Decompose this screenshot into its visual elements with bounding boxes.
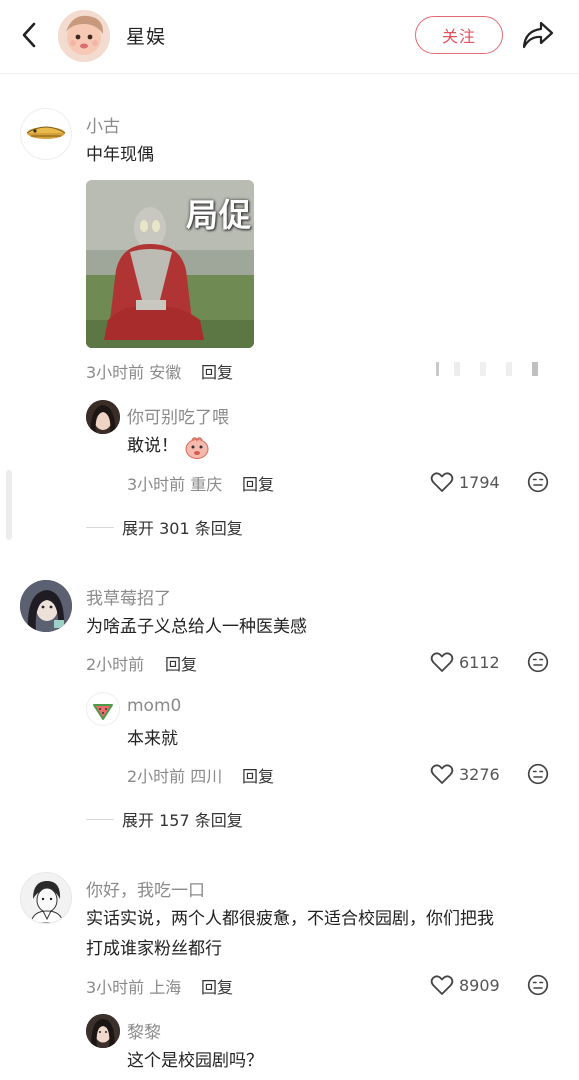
chevron-left-icon [22,22,36,48]
sticker-emoji-icon [185,437,209,459]
heart-icon [430,472,454,492]
comment-text-line-1: 实话实说，两个人都很疲惫，不适合校园剧，你们把我 [86,909,494,929]
divider [86,526,114,528]
top-bar: 星娱 关注 [0,0,579,74]
reply-username[interactable]: mom0 [127,696,181,716]
heart-icon [430,764,454,784]
watermelon-icon [93,704,113,720]
comment-username[interactable]: 小古 [86,112,120,137]
divider [86,818,114,820]
comment-username[interactable]: 我草莓招了 [86,584,171,609]
reply-username[interactable]: 你可别吃了喂 [127,403,229,428]
heart-icon [430,652,454,672]
like-button[interactable]: 1794 [430,470,500,494]
comment-text-line-2: 打成谁家粉丝都行 [86,939,222,959]
dislike-icon[interactable] [527,974,549,996]
avatar[interactable] [20,580,72,632]
share-button[interactable] [520,18,556,52]
account-name[interactable]: 星娱 [126,22,166,49]
reply-meta: 3小时前 重庆 [127,475,223,494]
reply-text: 敢说！ [127,431,178,462]
scrollbar[interactable] [6,470,12,540]
reply-button[interactable]: 回复 [165,651,197,675]
reply-text-body: 敢说！ [127,436,178,456]
meme-image[interactable]: 局促 [86,180,254,348]
reply-button[interactable]: 回复 [201,359,233,383]
like-count: 1794 [459,472,500,492]
expand-replies-label: 展开 301 条回复 [122,519,243,538]
dislike-icon[interactable] [527,471,549,493]
share-icon [522,21,554,49]
comment-username[interactable]: 你好，我吃一口 [86,876,205,901]
comment-meta: 2小时前 [86,655,145,674]
like-count: 8909 [459,975,500,995]
account-avatar[interactable] [58,10,110,62]
loading-dots-icon [436,362,538,376]
comment-text: 中年现偶 [86,145,154,165]
reply-text: 这个是校园剧吗？ [127,1051,263,1071]
heart-icon [430,975,454,995]
expand-replies-button[interactable]: 展开 301 条回复 [86,515,243,539]
meme-caption: 局促 [185,196,252,234]
avatar[interactable] [86,692,120,726]
reply-button[interactable]: 回复 [242,471,274,495]
reply-text: 本来就 [127,729,178,749]
dislike-icon[interactable] [527,651,549,673]
like-button[interactable]: 6112 [430,650,500,674]
avatar[interactable] [86,1014,120,1048]
reply-button[interactable]: 回复 [242,763,274,787]
expand-replies-label: 展开 157 条回复 [122,811,243,830]
avatar[interactable] [20,872,72,924]
reply-meta: 2小时前 四川 [127,767,223,786]
comment-meta: 3小时前 安徽 [86,363,182,382]
like-count: 3276 [459,764,500,784]
like-button[interactable]: 3276 [430,762,500,786]
reply-button[interactable]: 回复 [201,974,233,998]
follow-button[interactable]: 关注 [415,16,503,54]
comment-text: 为啥孟子义总给人一种医美感 [86,617,307,637]
like-count: 6112 [459,652,500,672]
comment-meta: 3小时前 上海 [86,978,182,997]
avatar[interactable] [20,108,72,160]
dislike-icon[interactable] [527,763,549,785]
back-button[interactable] [14,19,44,51]
reply-username[interactable]: 黎黎 [127,1018,161,1043]
expand-replies-button[interactable]: 展开 157 条回复 [86,807,243,831]
like-button[interactable]: 8909 [430,973,500,997]
avatar[interactable] [86,400,120,434]
